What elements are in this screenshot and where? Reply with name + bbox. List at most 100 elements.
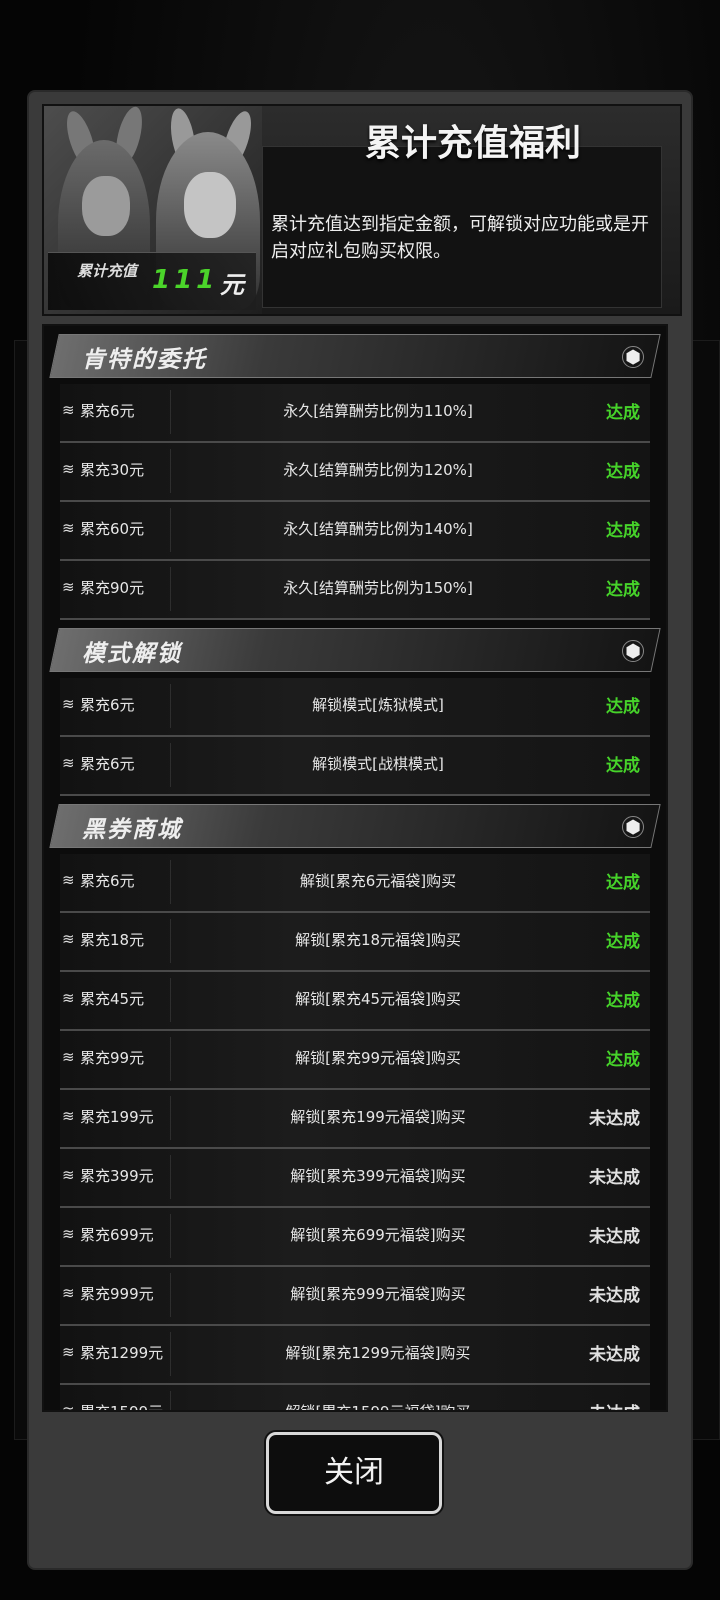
reward-description: 解锁[累充99元福袋]购买 bbox=[295, 1049, 461, 1067]
stack-icon: ≋ bbox=[62, 578, 75, 596]
stack-icon: ≋ bbox=[62, 519, 75, 537]
reward-row: ≋ 累充1299元 解锁[累充1299元福袋]购买 未达成 bbox=[60, 1326, 650, 1385]
reward-row: ≋ 累充6元 解锁模式[战棋模式] 达成 bbox=[60, 737, 650, 796]
stack-icon: ≋ bbox=[62, 1225, 75, 1243]
row-divider bbox=[170, 860, 171, 904]
reward-row: ≋ 累充99元 解锁[累充99元福袋]购买 达成 bbox=[60, 1031, 650, 1090]
status-badge: 达成 bbox=[606, 521, 640, 541]
reward-row: ≋ 累充6元 永久[结算酬劳比例为110%] 达成 bbox=[60, 384, 650, 443]
stack-icon: ≋ bbox=[62, 871, 75, 889]
total-recharge-value: 111 bbox=[152, 265, 219, 295]
requirement-label: 累充45元 bbox=[80, 990, 145, 1008]
section-title: 肯特的委托 bbox=[82, 347, 207, 373]
reward-description: 解锁[累充699元福袋]购买 bbox=[290, 1226, 466, 1244]
section-title: 模式解锁 bbox=[82, 641, 182, 667]
total-recharge-label: 累计充值 bbox=[76, 262, 137, 280]
stack-icon: ≋ bbox=[62, 1284, 75, 1302]
row-divider bbox=[170, 1155, 171, 1199]
stack-icon: ≋ bbox=[62, 754, 75, 772]
section-header: 肯特的委托 ⬢ bbox=[49, 326, 661, 384]
stack-icon: ≋ bbox=[62, 1107, 75, 1125]
reward-description: 解锁[累充18元福袋]购买 bbox=[295, 931, 461, 949]
header-description: 累计充值达到指定金额，可解锁对应功能或是开启对应礼包购买权限。 bbox=[271, 214, 649, 262]
stack-icon: ≋ bbox=[62, 1048, 75, 1066]
hexagon-icon[interactable]: ⬢ bbox=[622, 640, 644, 662]
requirement-label: 累充30元 bbox=[80, 461, 145, 479]
status-badge: 未达成 bbox=[589, 1168, 640, 1188]
status-badge: 未达成 bbox=[589, 1345, 640, 1365]
reward-description: 解锁[累充999元福袋]购买 bbox=[290, 1285, 466, 1303]
reward-list[interactable]: 肯特的委托 ⬢ ≋ 累充6元 永久[结算酬劳比例为110%] 达成 ≋ 累充30元 永久[结算酬… bbox=[42, 324, 668, 1412]
stack-icon: ≋ bbox=[62, 1166, 75, 1184]
reward-description: 解锁[累充45元福袋]购买 bbox=[295, 990, 461, 1008]
status-badge: 未达成 bbox=[589, 1227, 640, 1247]
requirement-label: 累充6元 bbox=[80, 402, 135, 420]
character-artwork: 累计充值 111 元 bbox=[44, 106, 262, 314]
reward-row: ≋ 累充6元 解锁[累充6元福袋]购买 达成 bbox=[60, 854, 650, 913]
reward-description: 解锁模式[战棋模式] bbox=[312, 755, 444, 773]
status-badge: 达成 bbox=[606, 580, 640, 600]
stack-icon: ≋ bbox=[62, 1343, 75, 1361]
status-badge: 达成 bbox=[606, 873, 640, 893]
row-divider bbox=[170, 1214, 171, 1258]
requirement-label: 累充1299元 bbox=[80, 1344, 164, 1362]
modal-header: 累计充值 111 元 累计充值达到指定金额，可解锁对应功能或是开启对应礼包购买权… bbox=[42, 104, 682, 316]
reward-row: ≋ 累充18元 解锁[累充18元福袋]购买 达成 bbox=[60, 913, 650, 972]
reward-row: ≋ 累充1599元 解锁[累充1599元福袋]购买 未达成 bbox=[60, 1385, 650, 1412]
status-badge: 达成 bbox=[606, 932, 640, 952]
requirement-label: 累充199元 bbox=[80, 1108, 154, 1126]
requirement-label: 累充6元 bbox=[80, 755, 135, 773]
reward-description: 解锁[累充399元福袋]购买 bbox=[290, 1167, 466, 1185]
close-button[interactable]: 关闭 bbox=[266, 1432, 442, 1514]
row-divider bbox=[170, 567, 171, 611]
total-recharge-unit: 元 bbox=[220, 271, 244, 299]
reward-row: ≋ 累充45元 解锁[累充45元福袋]购买 达成 bbox=[60, 972, 650, 1031]
row-divider bbox=[170, 390, 171, 434]
reward-row: ≋ 累充199元 解锁[累充199元福袋]购买 未达成 bbox=[60, 1090, 650, 1149]
stack-icon: ≋ bbox=[62, 989, 75, 1007]
row-divider bbox=[170, 978, 171, 1022]
reward-row: ≋ 累充60元 永久[结算酬劳比例为140%] 达成 bbox=[60, 502, 650, 561]
row-divider bbox=[170, 1037, 171, 1081]
requirement-label: 累充99元 bbox=[80, 1049, 145, 1067]
requirement-label: 累充90元 bbox=[80, 579, 145, 597]
stack-icon: ≋ bbox=[62, 930, 75, 948]
reward-description: 解锁[累充1599元福袋]购买 bbox=[285, 1403, 471, 1412]
reward-description: 永久[结算酬劳比例为110%] bbox=[283, 402, 473, 420]
requirement-label: 累充6元 bbox=[80, 696, 135, 714]
row-divider bbox=[170, 919, 171, 963]
reward-description: 解锁模式[炼狱模式] bbox=[312, 696, 444, 714]
reward-row: ≋ 累充30元 永久[结算酬劳比例为120%] 达成 bbox=[60, 443, 650, 502]
description-box: 累计充值达到指定金额，可解锁对应功能或是开启对应礼包购买权限。 bbox=[262, 146, 662, 308]
reward-row: ≋ 累充6元 解锁模式[炼狱模式] 达成 bbox=[60, 678, 650, 737]
requirement-label: 累充399元 bbox=[80, 1167, 154, 1185]
total-recharge-panel: 累计充值 111 元 bbox=[48, 252, 256, 310]
row-divider bbox=[170, 743, 171, 787]
requirement-label: 累充6元 bbox=[80, 872, 135, 890]
section-header: 黑券商城 ⬢ bbox=[49, 796, 661, 854]
row-divider bbox=[170, 1332, 171, 1376]
stack-icon: ≋ bbox=[62, 401, 75, 419]
status-badge: 达成 bbox=[606, 403, 640, 423]
status-badge: 达成 bbox=[606, 697, 640, 717]
status-badge: 达成 bbox=[606, 462, 640, 482]
hexagon-icon[interactable]: ⬢ bbox=[622, 816, 644, 838]
reward-description: 解锁[累充199元福袋]购买 bbox=[290, 1108, 466, 1126]
page-title: 累计充值福利 bbox=[364, 123, 581, 164]
reward-row: ≋ 累充399元 解锁[累充399元福袋]购买 未达成 bbox=[60, 1149, 650, 1208]
recharge-rewards-modal: 累计充值 111 元 累计充值达到指定金额，可解锁对应功能或是开启对应礼包购买权… bbox=[27, 90, 693, 1570]
hexagon-icon[interactable]: ⬢ bbox=[622, 346, 644, 368]
reward-description: 解锁[累充6元福袋]购买 bbox=[299, 872, 457, 890]
status-badge: 未达成 bbox=[589, 1286, 640, 1306]
section-header: 模式解锁 ⬢ bbox=[49, 620, 661, 678]
status-badge: 达成 bbox=[606, 991, 640, 1011]
reward-description: 永久[结算酬劳比例为150%] bbox=[283, 579, 473, 597]
row-divider bbox=[170, 508, 171, 552]
section-title: 黑券商城 bbox=[82, 817, 182, 843]
status-badge: 达成 bbox=[606, 1050, 640, 1070]
reward-row: ≋ 累充999元 解锁[累充999元福袋]购买 未达成 bbox=[60, 1267, 650, 1326]
requirement-label: 累充699元 bbox=[80, 1226, 154, 1244]
reward-description: 永久[结算酬劳比例为120%] bbox=[283, 461, 473, 479]
reward-description: 永久[结算酬劳比例为140%] bbox=[283, 520, 473, 538]
row-divider bbox=[170, 1096, 171, 1140]
